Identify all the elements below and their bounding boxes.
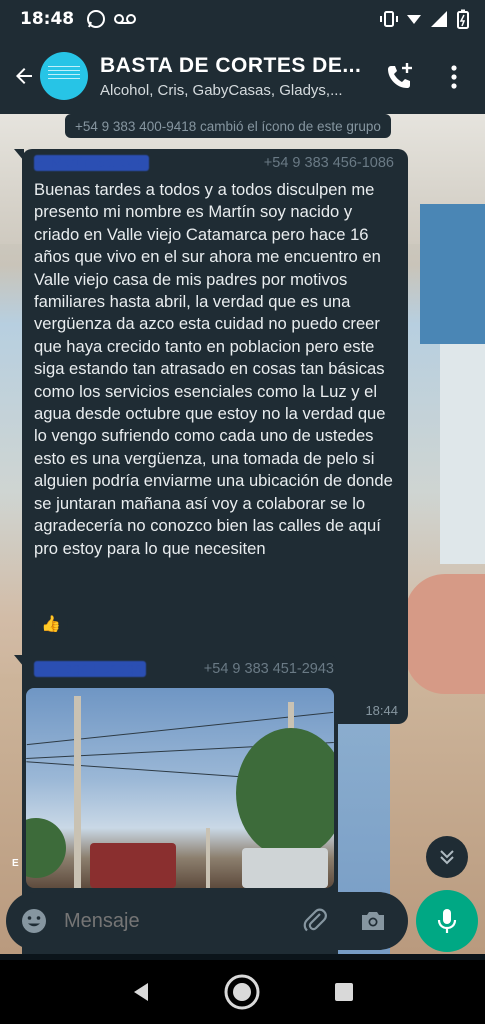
utility-pole	[74, 696, 81, 888]
sender-phone: +54 9 383 451-2943	[204, 661, 334, 677]
status-bar: 18:48	[0, 0, 485, 38]
battery-icon	[457, 9, 469, 29]
add-call-button[interactable]	[382, 60, 416, 94]
double-chevron-down-icon	[440, 850, 454, 865]
back-arrow-icon	[16, 68, 32, 84]
chat-area[interactable]: +54 9 383 400-9418 cambió el ícono de es…	[0, 114, 485, 954]
attach-button[interactable]	[300, 906, 330, 936]
sender-name[interactable]: ~ Diego Perlaga	[34, 661, 147, 677]
sender-phone-redacted: +54 9 383 451-2943	[203, 661, 334, 677]
vibrate-icon	[380, 11, 398, 27]
sender-row: ~ Diego Perlaga +54 9 383 451-2943	[34, 661, 334, 681]
emoji-icon	[22, 909, 46, 933]
status-time: 18:48	[20, 9, 75, 29]
system-nav-bar	[0, 960, 485, 1024]
nav-recents-button[interactable]	[324, 972, 364, 1012]
truck	[90, 843, 176, 888]
reaction-badge[interactable]: 👍	[34, 610, 68, 638]
emoji-button[interactable]	[18, 905, 50, 937]
wallpaper-wall	[440, 344, 485, 564]
chat-header: BASTA DE CORTES DE... Alcohol, Cris, Gab…	[0, 38, 485, 114]
home-circle-icon	[224, 974, 260, 1010]
more-options-button[interactable]	[444, 60, 464, 94]
bubble-tail	[14, 655, 24, 667]
more-vert-icon	[451, 65, 457, 89]
back-button[interactable]	[6, 56, 42, 96]
utility-pole	[206, 828, 210, 888]
wifi-icon	[407, 15, 421, 24]
sender-name[interactable]: ~ Martín Saravia	[34, 155, 149, 171]
group-avatar[interactable]	[40, 52, 88, 100]
scroll-to-bottom-button[interactable]	[426, 836, 468, 878]
signal-icon	[431, 11, 447, 27]
sender-phone-redacted: +54 9 383 456-1086	[263, 155, 394, 171]
group-info[interactable]: BASTA DE CORTES DE... Alcohol, Cris, Gab…	[100, 54, 370, 99]
bubble-tail	[14, 149, 24, 161]
message-composer	[6, 892, 408, 950]
add-call-icon	[388, 63, 412, 88]
group-members: Alcohol, Cris, GabyCasas, Gladys,...	[100, 81, 343, 99]
wallpaper-roof	[420, 204, 485, 344]
image-attachment[interactable]	[26, 688, 334, 888]
sender-row: ~ Martín Saravia +54 9 383 456-1086	[34, 155, 394, 175]
mic-icon	[437, 909, 457, 933]
sender-phone: +54 9 383 456-1086	[264, 155, 394, 171]
message-bubble[interactable]: ~ Martín Saravia +54 9 383 456-1086 Buen…	[14, 149, 408, 724]
group-title: BASTA DE CORTES DE...	[100, 53, 362, 77]
tree	[26, 818, 66, 878]
voice-message-button[interactable]	[416, 890, 478, 952]
voicemail-icon	[114, 14, 137, 24]
whatsapp-icon	[87, 10, 106, 28]
system-message: +54 9 383 400-9418 cambió el ícono de es…	[65, 114, 391, 138]
message-time: 18:44	[365, 703, 398, 718]
message-input[interactable]	[64, 909, 284, 933]
wallpaper-arm	[405, 574, 485, 694]
tree	[236, 728, 334, 858]
message-text: Buenas tardes a todos y a todos disculpe…	[34, 180, 393, 558]
camera-button[interactable]	[358, 906, 388, 936]
nav-back-button[interactable]	[121, 972, 161, 1012]
truck	[242, 848, 328, 888]
camera-icon	[362, 912, 384, 930]
attach-icon	[303, 908, 327, 932]
nav-home-button[interactable]	[222, 972, 262, 1012]
recents-square-icon	[335, 983, 354, 1001]
edge-label: E	[12, 858, 19, 869]
back-triangle-icon	[133, 983, 148, 1001]
